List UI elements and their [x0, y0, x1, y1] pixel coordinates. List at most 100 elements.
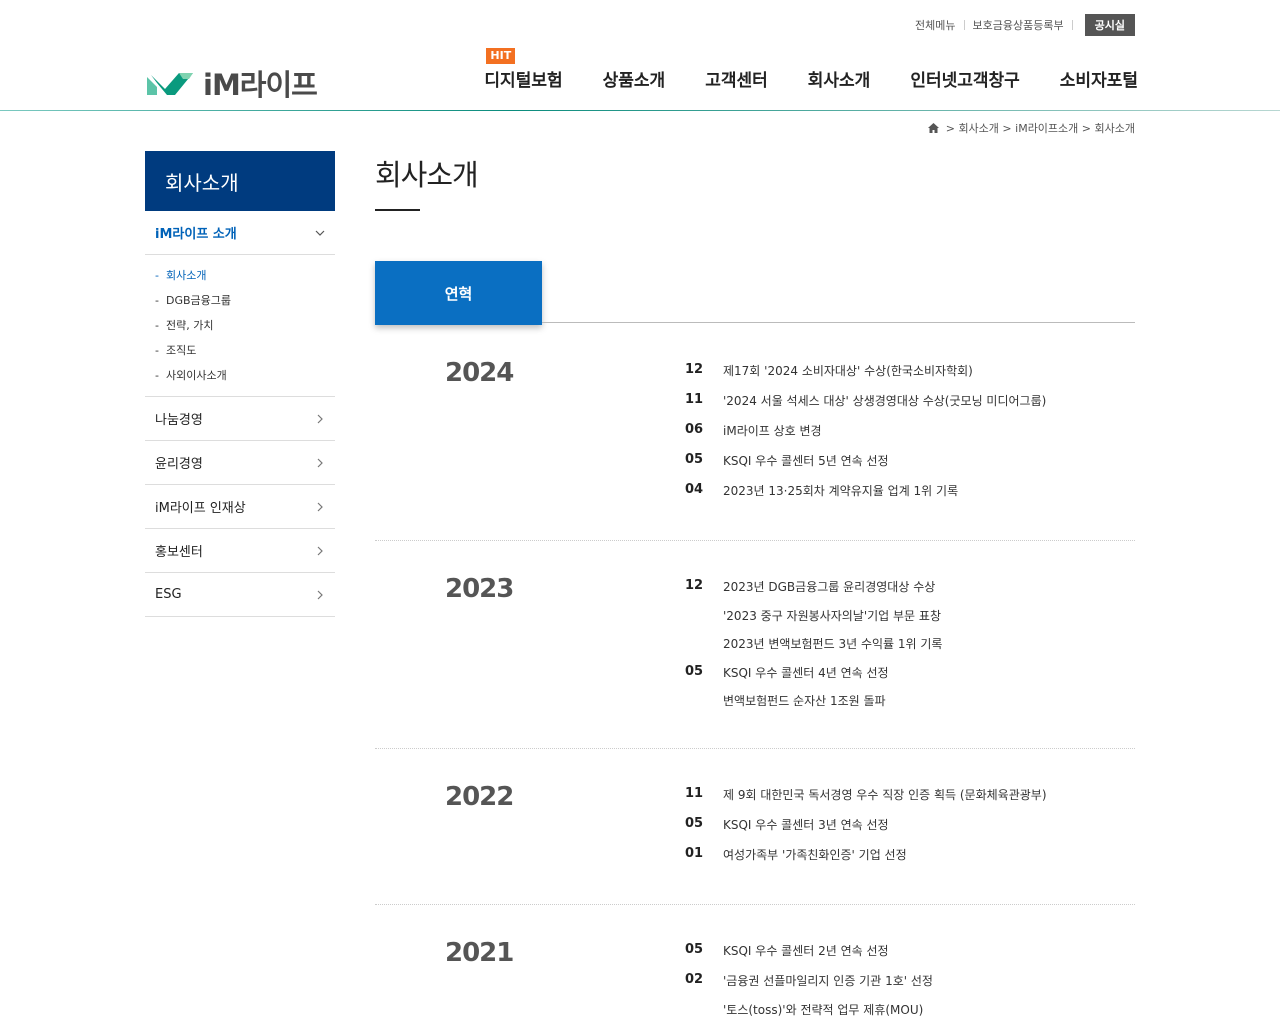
event-month: 12 — [685, 362, 704, 377]
event-month: 04 — [685, 482, 704, 497]
event-month: 01 — [685, 846, 704, 861]
history-events: 12 2023년 DGB금융그룹 윤리경영대상 수상 '2023 중구 자원봉사자… — [685, 578, 942, 721]
logo-mark-icon — [147, 73, 193, 95]
history-event: 06 iM라이프 상호 변경 — [685, 422, 1046, 452]
breadcrumb-sep: > — [942, 121, 959, 135]
chevron-down-icon — [315, 230, 325, 236]
sidebar-item-label: iM라이프 인재상 — [155, 501, 246, 516]
sidebar-item-label: 홍보센터 — [155, 545, 203, 560]
tab-underline — [542, 322, 1135, 323]
hit-badge: HIT — [486, 48, 516, 64]
page-title: 회사소개 — [375, 158, 479, 192]
history-event: 05 KSQI 우수 콜센터 5년 연속 선정 — [685, 452, 1046, 482]
history-event: 04 2023년 13·25회차 계약유지율 업계 1위 기록 — [685, 482, 1046, 512]
sidebar-item-pr[interactable]: 홍보센터 — [145, 529, 335, 573]
history-event: 05 KSQI 우수 콜센터 2년 연속 선정 — [685, 942, 933, 972]
sidebar-item-talent[interactable]: iM라이프 인재상 — [145, 485, 335, 529]
header-divider — [0, 110, 1280, 111]
event-text: 제 9회 대한민국 독서경영 우수 직장 인증 획득 (문화체육관광부) — [723, 788, 1047, 802]
sidebar-item-label: 나눔경영 — [155, 413, 203, 428]
sidebar-sub-dgb[interactable]: - DGB금융그룹 — [155, 288, 335, 313]
history-year: 2022 — [445, 782, 514, 812]
sidebar-item-label: ESG — [155, 587, 182, 602]
event-month: 06 — [685, 422, 704, 437]
sidebar-item-sharing[interactable]: 나눔경영 — [145, 397, 335, 441]
history-year: 2023 — [445, 574, 514, 604]
gnb-digital-insurance[interactable]: HIT 디지털보험 — [484, 48, 563, 91]
sidebar-item-label: iM라이프 소개 — [155, 227, 237, 242]
sidebar-sub-strategy[interactable]: - 전략, 가치 — [155, 313, 335, 338]
all-menu-link[interactable]: 전체메뉴 — [915, 17, 955, 33]
event-month: 05 — [685, 452, 704, 467]
gnb-company[interactable]: 회사소개 — [808, 66, 871, 91]
gnb-label: 인터넷고객창구 — [910, 71, 1020, 91]
gnb-customer-center[interactable]: 고객센터 — [705, 66, 768, 91]
chevron-right-icon — [317, 458, 323, 467]
breadcrumb-sep: > — [1078, 121, 1095, 135]
chevron-right-icon — [317, 414, 323, 423]
event-text: 2023년 13·25회차 계약유지율 업계 1위 기록 — [723, 484, 959, 498]
disclosure-button[interactable]: 공시실 — [1084, 14, 1135, 36]
gnb-label: 소비자포털 — [1059, 71, 1138, 91]
sidebar-submenu: - 회사소개 - DGB금융그룹 - 전략, 가치 - 조직도 - 사외이사소개 — [145, 255, 335, 397]
event-text: 제17회 '2024 소비자대상' 수상(한국소비자학회) — [723, 364, 973, 378]
gnb-label: 고객센터 — [705, 71, 768, 91]
history-event: 2023년 변액보험펀드 3년 수익률 1위 기록 — [685, 635, 942, 664]
event-text: '토스(toss)'와 전략적 업무 제휴(MOU) — [723, 1003, 924, 1017]
event-month: 05 — [685, 816, 704, 831]
event-month: 11 — [685, 786, 704, 801]
sidebar-item-label: 윤리경영 — [155, 457, 203, 472]
gnb-consumer-portal[interactable]: 소비자포털 — [1060, 66, 1138, 91]
breadcrumb-item[interactable]: 회사소개 — [958, 120, 998, 136]
sub-label: 회사소개 — [165, 269, 207, 282]
event-text: KSQI 우수 콜센터 2년 연속 선정 — [723, 944, 889, 958]
history-events: 11 제 9회 대한민국 독서경영 우수 직장 인증 획득 (문화체육관광부) 0… — [685, 786, 1047, 876]
event-text: KSQI 우수 콜센터 3년 연속 선정 — [723, 818, 889, 832]
event-text: 여성가족부 '가족친화인증' 기업 선정 — [723, 848, 907, 862]
chevron-right-icon — [317, 590, 323, 599]
event-text: '2024 서울 석세스 대상' 상생경영대상 수상(굿모닝 미디어그룹) — [723, 394, 1047, 408]
site-logo[interactable]: iM라이프 — [145, 62, 318, 104]
gnb-label: 상품소개 — [602, 71, 666, 91]
sidebar-item-esg[interactable]: ESG — [145, 573, 335, 617]
history-events: 05 KSQI 우수 콜센터 2년 연속 선정 02 '금융권 선플마일리지 인증 … — [685, 942, 933, 1023]
history-event: 02 '금융권 선플마일리지 인증 기관 1호' 선정 — [685, 972, 933, 1002]
event-text: '금융권 선플마일리지 인증 기관 1호' 선정 — [723, 973, 933, 988]
divider — [1071, 20, 1073, 30]
gnb-label: 디지털보험 — [484, 71, 563, 91]
event-month: 12 — [685, 578, 704, 593]
event-text: KSQI 우수 콜센터 5년 연속 선정 — [723, 454, 889, 468]
sidebar-sub-directors[interactable]: - 사외이사소개 — [155, 363, 335, 388]
gnb-internet-service[interactable]: 인터넷고객창구 — [910, 66, 1019, 91]
year-divider — [375, 904, 1135, 905]
sidebar-title: 회사소개 — [145, 151, 335, 211]
history-events: 12 제17회 '2024 소비자대상' 수상(한국소비자학회) 11 '2024 … — [685, 362, 1046, 512]
sub-label: 전략, 가치 — [165, 319, 214, 332]
breadcrumb-item[interactable]: iM라이프소개 — [1015, 120, 1078, 136]
event-month: 05 — [685, 942, 704, 957]
sidebar-sub-company[interactable]: - 회사소개 — [155, 263, 335, 288]
sidebar-item-im-life-intro[interactable]: iM라이프 소개 — [145, 211, 335, 255]
history-event: '토스(toss)'와 전략적 업무 제휴(MOU) — [685, 1001, 933, 1023]
protected-products-link[interactable]: 보호금융상품등록부 — [973, 17, 1064, 33]
chevron-right-icon — [317, 546, 323, 555]
divider — [963, 20, 965, 30]
event-text: KSQI 우수 콜센터 4년 연속 선정 — [723, 665, 889, 680]
history-year: 2024 — [445, 358, 514, 388]
year-divider — [375, 748, 1135, 749]
gnb-products[interactable]: 상품소개 — [603, 66, 666, 91]
event-text: iM라이프 상호 변경 — [723, 424, 822, 438]
sidebar-item-ethics[interactable]: 윤리경영 — [145, 441, 335, 485]
title-underline — [375, 209, 420, 211]
tab-history[interactable]: 연혁 — [375, 261, 542, 325]
sub-label: 사외이사소개 — [165, 369, 227, 382]
event-text: 2023년 변액보험펀드 3년 수익률 1위 기록 — [723, 637, 943, 651]
global-nav: HIT 디지털보험 상품소개 고객센터 회사소개 인터넷고객창구 소비자포털 — [484, 48, 1138, 91]
event-text: 2023년 DGB금융그룹 윤리경영대상 수상 — [723, 580, 936, 594]
sidebar-sub-org[interactable]: - 조직도 — [155, 338, 335, 363]
history-event: 05 KSQI 우수 콜센터 4년 연속 선정 — [685, 664, 942, 693]
breadcrumb-item[interactable]: 회사소개 — [1095, 120, 1135, 136]
home-icon[interactable] — [928, 123, 940, 133]
history-event: 12 2023년 DGB금융그룹 윤리경영대상 수상 — [685, 578, 942, 607]
history-event: 01 여성가족부 '가족친화인증' 기업 선정 — [685, 846, 1047, 876]
